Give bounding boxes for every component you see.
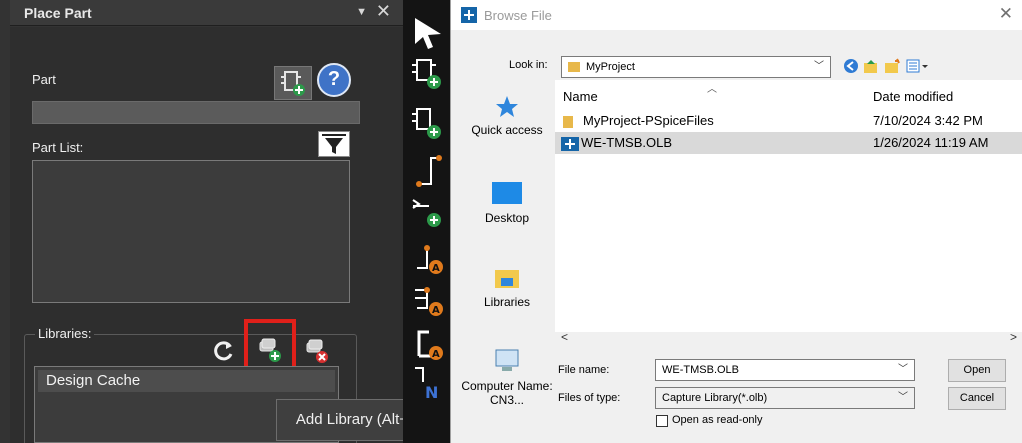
scroll-right-icon[interactable]: >: [1010, 330, 1017, 344]
desktop-icon: [492, 182, 522, 204]
library-item[interactable]: Design Cache: [38, 370, 335, 392]
file-name: WE-TMSB.OLB: [581, 135, 673, 150]
remove-library-icon[interactable]: [303, 337, 331, 365]
files-of-type-select[interactable]: Capture Library(*.olb) ﹀: [655, 387, 915, 409]
place-power-icon[interactable]: A: [409, 282, 445, 318]
places-sidebar: Quick access Desktop Libraries Computer …: [459, 78, 555, 440]
folder-icon: [563, 115, 573, 128]
panel-title-bar: Place Part ▼ ✕: [10, 0, 403, 26]
file-row-selected[interactable]: WE-TMSB.OLB 1/26/2024 11:19 AM: [555, 132, 1022, 154]
sort-ascending-icon: ︿: [707, 84, 717, 95]
panel-title: Place Part: [24, 5, 92, 21]
star-pin-icon: [496, 96, 518, 117]
date-column-header[interactable]: Date modified: [873, 89, 953, 104]
browse-file-dialog: Browse File ✕ Look in: MyProject ﹀ Quick…: [450, 0, 1022, 443]
refresh-icon[interactable]: [209, 337, 237, 365]
quick-access-label: Quick access: [471, 123, 543, 137]
libraries-nav-label: Libraries: [483, 295, 531, 309]
back-icon[interactable]: [843, 58, 859, 74]
place-part-icon[interactable]: [409, 56, 445, 92]
file-name-value: WE-TMSB.OLB: [662, 364, 740, 376]
file-name-input[interactable]: WE-TMSB.OLB ﹀: [655, 359, 915, 381]
read-only-checkbox[interactable]: [656, 415, 668, 427]
chevron-down-icon: ﹀: [898, 392, 908, 403]
part-label: Part: [32, 72, 56, 87]
desktop-item[interactable]: Desktop: [459, 180, 555, 225]
look-in-value: MyProject: [586, 61, 635, 73]
panel-close-icon[interactable]: ✕: [376, 1, 391, 22]
desktop-label: Desktop: [484, 211, 530, 225]
app-logo-icon: [461, 7, 477, 23]
dialog-close-icon[interactable]: ✕: [999, 4, 1013, 24]
file-row[interactable]: MyProject-PSpiceFiles 7/10/2024 3:42 PM: [555, 110, 1022, 132]
panel-menu-chevron-icon[interactable]: ▼: [356, 6, 367, 18]
svg-text:A: A: [432, 305, 440, 316]
filter-icon[interactable]: [318, 131, 350, 157]
file-name-label: File name:: [558, 364, 610, 376]
place-bus-icon[interactable]: [409, 194, 445, 230]
select-pointer-icon[interactable]: [409, 14, 445, 50]
place-part-plus-icon[interactable]: [409, 106, 445, 142]
file-list[interactable]: ︿ Name Date modified MyProject-PSpiceFil…: [555, 80, 1022, 347]
dialog-title-bar: Browse File ✕: [451, 0, 1022, 30]
svg-text:A: A: [432, 349, 440, 360]
horizontal-scrollbar[interactable]: < >: [555, 330, 1022, 347]
up-folder-icon[interactable]: [863, 58, 879, 74]
part-input[interactable]: [32, 101, 360, 124]
part-list[interactable]: [32, 160, 350, 303]
libraries-item[interactable]: Libraries: [459, 264, 555, 309]
file-date: 7/10/2024 3:42 PM: [873, 113, 983, 128]
libraries-icon: [495, 270, 519, 288]
files-of-type-value: Capture Library(*.olb): [662, 392, 768, 404]
file-name: MyProject-PSpiceFiles: [583, 113, 714, 128]
chevron-down-icon: ﹀: [814, 61, 824, 72]
new-folder-icon[interactable]: [884, 58, 902, 74]
quick-access-item[interactable]: Quick access: [459, 94, 555, 137]
file-date: 1/26/2024 11:19 AM: [873, 135, 989, 150]
place-wire-icon[interactable]: [409, 152, 445, 188]
read-only-label: Open as read-only: [672, 414, 763, 426]
libraries-label: Libraries:: [35, 326, 95, 341]
place-no-connect-icon[interactable]: N: [409, 364, 445, 400]
computer-icon: [495, 349, 519, 371]
name-column-header[interactable]: Name: [563, 89, 598, 104]
svg-text:A: A: [432, 263, 440, 274]
dialog-title: Browse File: [484, 8, 552, 23]
olb-file-icon: [561, 136, 579, 151]
folder-icon: [568, 62, 580, 73]
add-part-icon[interactable]: [274, 66, 312, 100]
look-in-select[interactable]: MyProject ﹀: [561, 56, 831, 78]
place-ground-icon[interactable]: A: [409, 326, 445, 362]
files-of-type-label: Files of type:: [558, 392, 621, 404]
computer-label: Computer Name: CN3...: [461, 379, 553, 407]
cancel-button[interactable]: Cancel: [948, 387, 1006, 410]
open-button[interactable]: Open: [948, 359, 1006, 382]
look-in-label: Look in:: [509, 59, 548, 71]
vertical-toolbar: A A A N: [403, 0, 450, 443]
svg-text:N: N: [425, 383, 438, 400]
help-icon[interactable]: ?: [317, 63, 351, 97]
computer-item[interactable]: Computer Name: CN3...: [459, 348, 555, 407]
place-part-panel: Place Part ▼ ✕ Part ? Part List: Librari…: [0, 0, 443, 443]
place-net-alias-icon[interactable]: A: [409, 240, 445, 276]
part-list-label: Part List:: [32, 140, 84, 155]
chevron-down-icon: ﹀: [898, 364, 908, 375]
view-menu-icon[interactable]: [906, 58, 930, 74]
scroll-left-icon[interactable]: <: [561, 330, 568, 344]
